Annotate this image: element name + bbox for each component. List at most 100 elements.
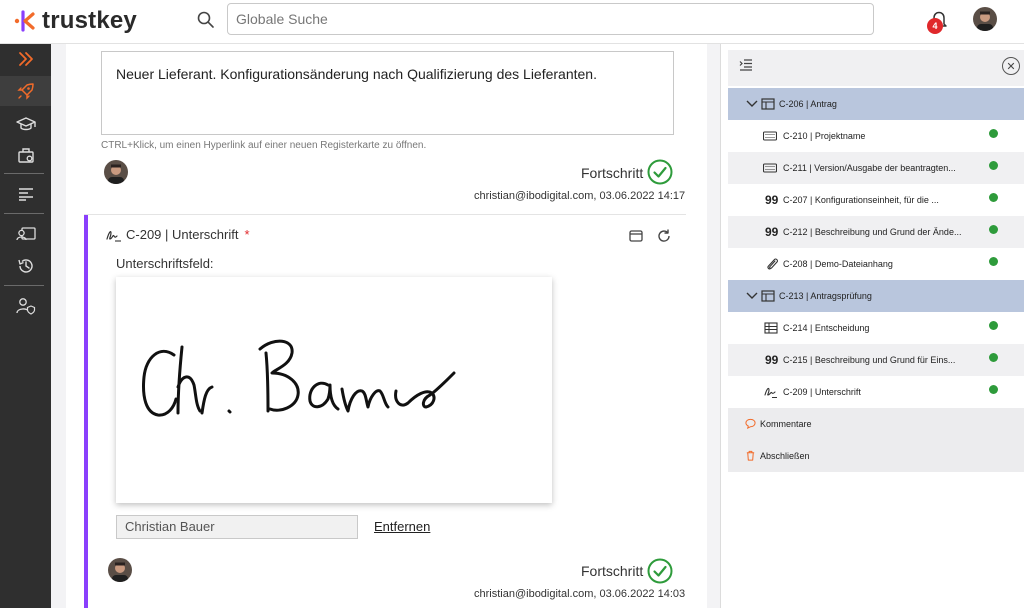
signature-icon	[764, 387, 777, 398]
done-check-icon	[989, 257, 998, 266]
tree-label: C-206 | Antrag	[779, 99, 837, 109]
refresh-icon[interactable]	[656, 228, 672, 244]
nav-separator	[4, 285, 44, 286]
indent-icon[interactable]	[739, 59, 753, 71]
close-icon: ✕	[1006, 60, 1016, 73]
nav-training[interactable]	[0, 109, 51, 139]
entry-avatar	[104, 160, 128, 184]
signature-card-title: C-209 | Unterschrift *	[106, 227, 250, 242]
trustkey-logo-icon	[14, 10, 35, 32]
nav-processes[interactable]	[0, 76, 51, 106]
progress-check-icon[interactable]	[647, 159, 673, 185]
nav-contacts[interactable]	[0, 219, 51, 249]
keyboard-icon	[763, 131, 777, 141]
progress-label: Fortschritt	[581, 563, 644, 579]
nav-list[interactable]	[0, 179, 51, 209]
quote-icon: 99	[765, 193, 779, 207]
user-avatar[interactable]	[973, 7, 997, 31]
done-check-icon	[989, 321, 998, 330]
structure-panel: ✕ C-206 | Antrag C-210 | Projektname C-2…	[720, 44, 1024, 608]
tree-label: C-208 | Demo-Dateianhang	[783, 259, 893, 269]
finish-item[interactable]: Abschließen	[728, 440, 1024, 472]
entry-avatar	[108, 558, 132, 582]
tree-section-antragspruefung[interactable]: C-213 | Antragsprüfung	[728, 280, 1024, 312]
entry-meta: christian@ibodigital.com, 03.06.2022 14:…	[474, 190, 686, 202]
panel-toolbar	[728, 50, 1024, 86]
done-check-icon	[989, 161, 998, 170]
brand-name: trustkey	[42, 7, 137, 34]
nav-separator	[4, 173, 44, 174]
graduation-cap-icon	[15, 117, 36, 131]
progress-check-icon[interactable]	[647, 558, 673, 584]
done-check-icon	[989, 385, 998, 394]
tree-item[interactable]: 99 C-207 | Konfigurationseinheit, für di…	[728, 184, 1024, 216]
nav-cases[interactable]	[0, 140, 51, 170]
tree-label: C-212 | Beschreibung und Grund der Ände.…	[783, 227, 962, 237]
signature-field-label: Unterschriftsfeld:	[116, 256, 214, 271]
tree-item[interactable]: C-208 | Demo-Dateianhang	[728, 248, 1024, 280]
done-check-icon	[989, 129, 998, 138]
done-check-icon	[989, 193, 998, 202]
tree-label: C-211 | Version/Ausgabe der beantragten.…	[783, 163, 956, 173]
user-shield-icon	[15, 298, 35, 315]
comments-item[interactable]: Kommentare	[728, 408, 1024, 440]
briefcase-icon	[17, 148, 34, 163]
tree-item[interactable]: C-210 | Projektname	[728, 120, 1024, 152]
paperclip-icon	[767, 258, 778, 270]
hyperlink-hint: CTRL+Klick, um einen Hyperlink auf einer…	[101, 140, 427, 151]
nav-user-admin[interactable]	[0, 291, 51, 321]
table-icon	[761, 290, 775, 302]
entry-meta: christian@ibodigital.com, 03.06.2022 14:…	[474, 588, 686, 600]
table-icon	[761, 98, 775, 110]
tree-label: C-213 | Antragsprüfung	[779, 291, 872, 301]
chevron-down-icon[interactable]	[745, 97, 759, 111]
handwritten-signature	[142, 339, 456, 417]
done-check-icon	[989, 353, 998, 362]
quote-icon: 99	[765, 225, 779, 239]
tree-item[interactable]: 99 C-212 | Beschreibung und Grund der Än…	[728, 216, 1024, 248]
signature-pad[interactable]	[116, 277, 552, 503]
keyboard-icon	[763, 163, 777, 173]
id-card-icon	[15, 227, 36, 241]
progress-label: Fortschritt	[581, 165, 644, 181]
window-icon[interactable]	[628, 228, 644, 244]
tree-label: C-215 | Beschreibung und Grund für Eins.…	[783, 355, 956, 365]
description-text[interactable]: Neuer Lieferant. Konfigurationsänderung …	[101, 51, 674, 135]
tree-section-antrag[interactable]: C-206 | Antrag	[728, 88, 1024, 120]
trash-icon	[746, 450, 755, 461]
global-search-input[interactable]	[227, 3, 874, 35]
main-content: Neuer Lieferant. Konfigurationsänderung …	[66, 44, 707, 608]
tree-label: C-207 | Konfigurationseinheit, für die .…	[783, 195, 939, 205]
signature-icon	[106, 230, 121, 242]
required-marker: *	[244, 227, 250, 242]
chevron-down-icon[interactable]	[745, 289, 759, 303]
tree-item[interactable]: C-211 | Version/Ausgabe der beantragten.…	[728, 152, 1024, 184]
grid-icon	[764, 322, 778, 334]
tree-label: C-210 | Projektname	[783, 131, 866, 141]
tree-item[interactable]: C-214 | Entscheidung	[728, 312, 1024, 344]
search-icon[interactable]	[196, 10, 216, 30]
notification-badge: 4	[927, 18, 943, 34]
rocket-icon	[16, 83, 34, 100]
brand-logo[interactable]: trustkey	[14, 7, 137, 34]
remove-signature-link[interactable]: Entfernen	[374, 519, 430, 534]
top-header: trustkey 4	[0, 0, 1024, 44]
close-panel-button[interactable]: ✕	[1002, 57, 1020, 75]
left-navigation	[0, 44, 51, 608]
card-title-text: C-209 | Unterschrift	[126, 227, 239, 242]
list-icon	[18, 188, 33, 201]
tree-item[interactable]: 99 C-215 | Beschreibung und Grund für Ei…	[728, 344, 1024, 376]
nav-separator	[4, 213, 44, 214]
tree-item[interactable]: C-209 | Unterschrift	[728, 376, 1024, 408]
tree-label: C-209 | Unterschrift	[783, 387, 861, 397]
quote-icon: 99	[765, 353, 779, 367]
comments-label: Kommentare	[760, 419, 812, 429]
signer-name-field[interactable]: Christian Bauer	[116, 515, 358, 539]
comment-icon	[745, 418, 756, 429]
tree-label: C-214 | Entscheidung	[783, 323, 870, 333]
nav-expand[interactable]	[0, 44, 51, 74]
history-icon	[17, 259, 33, 273]
nav-history[interactable]	[0, 251, 51, 281]
finish-label: Abschließen	[760, 451, 810, 461]
expand-icon	[18, 52, 33, 66]
